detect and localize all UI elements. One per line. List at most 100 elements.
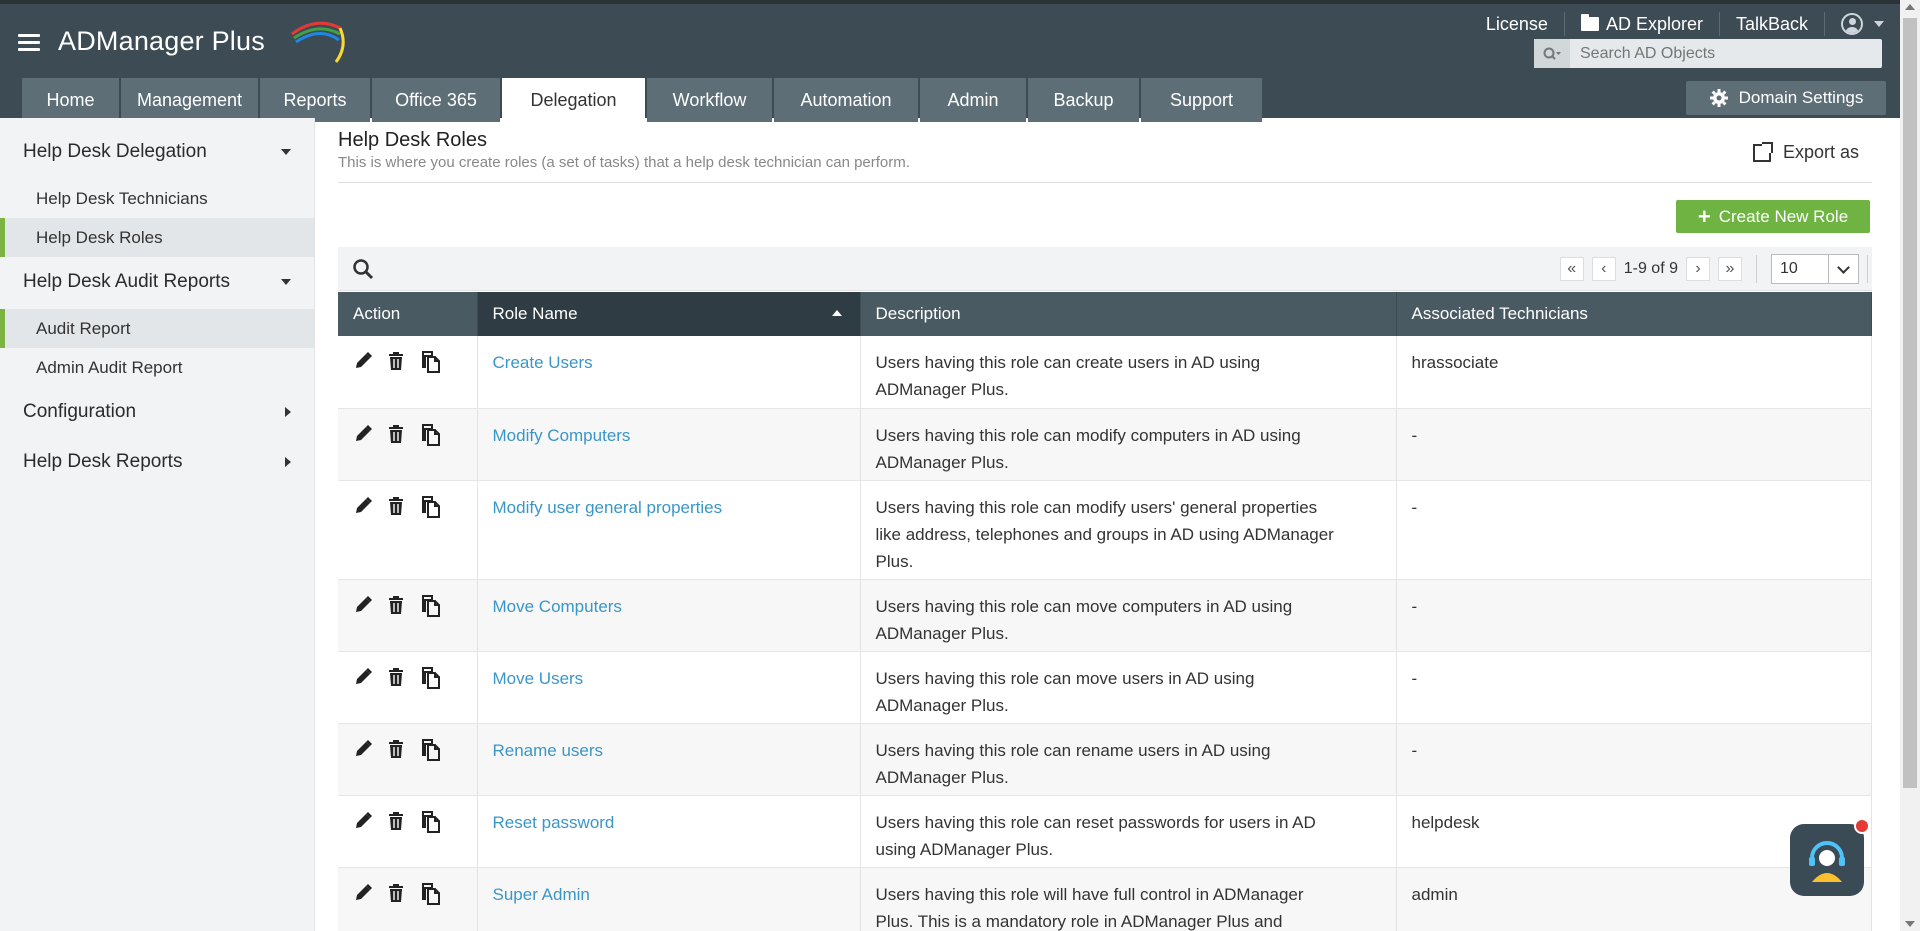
column-header-role-name[interactable]: Role Name: [477, 292, 861, 336]
role-name-link[interactable]: Rename users: [493, 741, 604, 760]
delete-trash-icon[interactable]: [387, 424, 407, 446]
technicians-value: admin: [1411, 884, 1458, 904]
sidebar-item-help-desk-technicians[interactable]: Help Desk Technicians: [0, 179, 314, 218]
copy-icon[interactable]: [421, 882, 441, 905]
column-header-action: Action: [338, 292, 478, 336]
copy-icon[interactable]: [421, 738, 441, 761]
edit-pencil-icon[interactable]: [353, 424, 373, 446]
description-cell: Users having this role can modify comput…: [860, 408, 1397, 481]
domain-settings-button[interactable]: Domain Settings: [1686, 81, 1886, 115]
tab-office-365[interactable]: Office 365: [372, 78, 500, 122]
description-line: Users having this role can create users …: [875, 353, 1261, 372]
license-label: License: [1485, 13, 1548, 34]
copy-icon[interactable]: [421, 666, 441, 689]
edit-pencil-icon[interactable]: [353, 811, 373, 833]
action-cell: [338, 579, 478, 652]
role-name-link[interactable]: Super Admin: [493, 885, 590, 904]
delete-trash-icon[interactable]: [387, 883, 407, 905]
tab-home[interactable]: Home: [22, 78, 119, 122]
edit-pencil-icon[interactable]: [353, 595, 373, 617]
edit-pencil-icon[interactable]: [353, 667, 373, 689]
search-icon[interactable]: [352, 258, 374, 280]
sidebar-item-help-desk-roles[interactable]: Help Desk Roles: [0, 218, 314, 257]
scroll-down-arrow-icon[interactable]: [1905, 921, 1915, 927]
sidebar-section-help-desk-delegation[interactable]: Help Desk Delegation: [0, 127, 314, 177]
scroll-thumb[interactable]: [1903, 18, 1917, 788]
caret-right-icon: [285, 457, 291, 467]
copy-icon[interactable]: [421, 594, 441, 617]
description-line: Users having this role can move users in…: [875, 668, 1255, 688]
ad-explorer-link[interactable]: AD Explorer: [1565, 12, 1720, 36]
search-icon[interactable]: [1534, 39, 1570, 68]
technicians-value: hrassociate: [1411, 353, 1499, 372]
role-name-link[interactable]: Create Users: [493, 353, 593, 372]
tab-automation[interactable]: Automation: [774, 78, 918, 122]
next-page-button[interactable]: ›: [1686, 257, 1710, 281]
role-name-link[interactable]: Move Users: [493, 669, 584, 688]
column-header-description[interactable]: Description: [860, 292, 1397, 336]
tab-delegation[interactable]: Delegation: [502, 78, 645, 122]
delete-trash-icon[interactable]: [387, 811, 407, 833]
pagination: « ‹ 1-9 of 9 › » 10: [1559, 254, 1868, 284]
caret-down-icon: [281, 149, 291, 155]
sidebar-item-admin-audit-report[interactable]: Admin Audit Report: [0, 348, 314, 387]
user-avatar-icon: [1841, 13, 1863, 35]
tab-workflow[interactable]: Workflow: [647, 78, 772, 122]
delete-trash-icon[interactable]: [387, 595, 407, 617]
associated-technicians-cell: -: [1396, 651, 1872, 724]
page-title: Help Desk Roles: [338, 129, 487, 151]
action-cell: [338, 795, 478, 868]
delete-trash-icon[interactable]: [387, 496, 407, 518]
app-logo[interactable]: ADManager Plus: [58, 21, 345, 66]
tab-reports[interactable]: Reports: [260, 78, 370, 122]
copy-icon[interactable]: [421, 351, 441, 373]
ad-search-input[interactable]: [1570, 44, 1870, 63]
role-name-link[interactable]: Move Computers: [493, 597, 622, 616]
sidebar-section-help-desk-reports[interactable]: Help Desk Reports: [0, 437, 314, 487]
edit-pencil-icon[interactable]: [353, 496, 373, 518]
role-name-link[interactable]: Reset password: [493, 813, 615, 832]
talkback-label: TalkBack: [1735, 13, 1808, 34]
scroll-up-arrow-icon[interactable]: [1905, 4, 1915, 10]
sidebar-section-configuration[interactable]: Configuration: [0, 387, 314, 437]
edit-pencil-icon[interactable]: [353, 351, 373, 373]
tab-admin[interactable]: Admin: [920, 78, 1026, 122]
description-cell: Users having this role can move computer…: [860, 579, 1397, 652]
table-toolbar: « ‹ 1-9 of 9 › » 10: [338, 247, 1872, 291]
delete-trash-icon[interactable]: [387, 667, 407, 689]
description-line: ADManager Plus.: [875, 767, 1009, 787]
create-new-role-button[interactable]: + Create New Role: [1676, 200, 1870, 233]
last-page-button[interactable]: »: [1718, 257, 1742, 281]
license-link[interactable]: License: [1470, 12, 1565, 36]
sidebar-section-label: Help Desk Reports: [23, 451, 183, 472]
edit-pencil-icon[interactable]: [353, 739, 373, 761]
column-header-associated-technicians[interactable]: Associated Technicians: [1396, 292, 1872, 336]
delete-trash-icon[interactable]: [387, 351, 407, 373]
tab-support[interactable]: Support: [1141, 78, 1262, 122]
chevron-down-icon: [1828, 255, 1858, 283]
hamburger-menu-icon[interactable]: [18, 34, 40, 52]
delete-trash-icon[interactable]: [387, 739, 407, 761]
edit-pencil-icon[interactable]: [353, 883, 373, 905]
role-name-link[interactable]: Modify Computers: [493, 426, 631, 445]
sort-ascending-icon: [831, 310, 842, 316]
talkback-link[interactable]: TalkBack: [1720, 12, 1825, 36]
role-name-link[interactable]: Modify user general properties: [493, 498, 723, 517]
sidebar-section-help-desk-audit-reports[interactable]: Help Desk Audit Reports: [0, 257, 314, 307]
table-row: Rename users Users having this role can r…: [338, 723, 1872, 796]
chat-assistant-button[interactable]: [1790, 818, 1870, 896]
page-scrollbar[interactable]: [1900, 0, 1920, 931]
copy-icon[interactable]: [421, 810, 441, 833]
export-as-button[interactable]: Export as: [1752, 141, 1859, 163]
page-size-select[interactable]: 10: [1771, 254, 1859, 284]
tab-backup[interactable]: Backup: [1028, 78, 1139, 122]
tab-management[interactable]: Management: [121, 78, 258, 122]
plus-icon: +: [1697, 203, 1711, 229]
copy-icon[interactable]: [421, 495, 441, 518]
user-menu[interactable]: [1825, 12, 1884, 36]
copy-icon[interactable]: [421, 423, 441, 446]
description-line: ADManager Plus.: [875, 380, 1009, 399]
prev-page-button[interactable]: ‹: [1591, 257, 1616, 281]
first-page-button[interactable]: «: [1559, 257, 1584, 281]
sidebar-item-audit-report[interactable]: Audit Report: [0, 309, 314, 348]
